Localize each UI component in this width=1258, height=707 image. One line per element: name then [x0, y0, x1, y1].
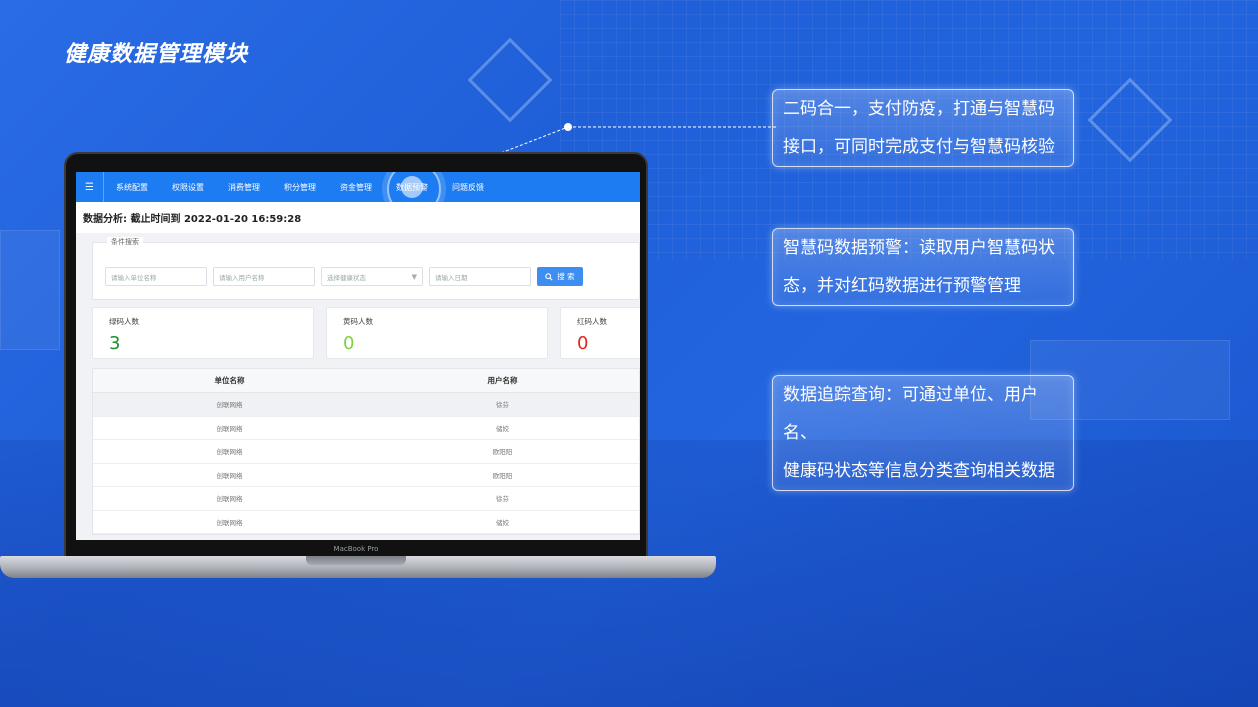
table-row[interactable]: 创联网络 欧阳阳	[93, 464, 639, 487]
callout-line: 接口，可同时完成支付与智慧码核验	[783, 137, 1055, 157]
callout-line: 智慧码数据预警：读取用户智慧码状	[783, 238, 1055, 258]
callout-data-tracking: 数据追踪查询：可通过单位、用户名、 健康码状态等信息分类查询相关数据	[772, 375, 1074, 491]
nav-label: 权限设置	[172, 182, 204, 192]
cell-user: 欧阳阳	[492, 471, 513, 480]
callout-line: 数据追踪查询：可通过单位、用户名、	[783, 385, 1038, 443]
nav-label: 积分管理	[284, 182, 316, 192]
chevron-down-icon: ▼	[411, 272, 417, 281]
stat-value: 3	[109, 333, 121, 354]
cell-user: 储姣	[496, 518, 509, 527]
cell-user: 储姣	[496, 424, 509, 433]
nav-item-feedback[interactable]: 问题反馈	[440, 172, 496, 202]
search-panel: 条件搜索 请输入单位名称 请输入用户名称 选择健康状态 ▼ 请输入日期 搜 索	[92, 237, 640, 300]
stat-label: 黄码人数	[343, 317, 373, 326]
table-row[interactable]: 创联网络 欧阳阳	[93, 440, 639, 464]
table-row[interactable]: 创联网络 徐芬	[93, 393, 639, 417]
health-status-select[interactable]: 选择健康状态 ▼	[321, 267, 423, 286]
search-button[interactable]: 搜 索	[537, 267, 583, 286]
stat-card-red: 红码人数 0	[560, 307, 640, 359]
column-header-unit[interactable]: 单位名称	[93, 375, 366, 386]
cell-unit: 创联网络	[216, 471, 243, 480]
app-screen: ☰ 系统配置 权限设置 消费管理 积分管理 资金管理 数据预警 问题反馈 数据分…	[76, 172, 640, 540]
cell-unit: 创联网络	[216, 518, 243, 527]
menu-icon[interactable]: ☰	[76, 172, 104, 202]
callout-line: 二码合一，支付防疫，打通与智慧码	[783, 99, 1055, 119]
stat-card-yellow: 黄码人数 0	[326, 307, 548, 359]
stat-value: 0	[577, 333, 589, 354]
callout-line: 健康码状态等信息分类查询相关数据	[783, 461, 1055, 481]
stat-label: 绿码人数	[109, 317, 139, 326]
user-name-input[interactable]: 请输入用户名称	[213, 267, 315, 286]
placeholder: 请输入日期	[435, 273, 468, 282]
nav-label: 消费管理	[228, 182, 260, 192]
table-row[interactable]: 创联网络 储姣	[93, 417, 639, 440]
unit-name-input[interactable]: 请输入单位名称	[105, 267, 207, 286]
search-icon	[545, 272, 553, 281]
nav-item-funds[interactable]: 资金管理	[328, 172, 384, 202]
page-title: 健康数据管理模块	[64, 42, 249, 67]
search-button-label: 搜 索	[557, 272, 575, 281]
data-table: 单位名称 用户名称 创联网络 徐芬 创联网络 储姣 创联网络 欧阳阳 创联网络 欧阳阳 …	[92, 368, 640, 535]
cell-user: 徐芬	[496, 401, 509, 410]
callout-data-warning: 智慧码数据预警：读取用户智慧码状 态，并对红码数据进行预警管理	[772, 228, 1074, 306]
placeholder: 请输入单位名称	[111, 273, 157, 282]
cell-user: 欧阳阳	[492, 448, 513, 457]
cell-unit: 创联网络	[216, 495, 243, 504]
nav-item-data-warning[interactable]: 数据预警	[384, 172, 441, 216]
pendant-lamp-icon	[467, 37, 553, 123]
stat-value: 0	[343, 333, 355, 354]
date-input[interactable]: 请输入日期	[429, 267, 531, 286]
callout-payment-code: 二码合一，支付防疫，打通与智慧码 接口，可同时完成支付与智慧码核验	[772, 89, 1074, 167]
nav-item-points[interactable]: 积分管理	[272, 172, 328, 202]
table-header: 单位名称 用户名称	[93, 369, 639, 393]
cell-unit: 创联网络	[216, 424, 243, 433]
nav-label: 数据预警	[396, 182, 428, 192]
laptop-brand-label: MacBook Pro	[333, 545, 379, 553]
laptop-notch	[306, 556, 406, 565]
placeholder: 选择健康状态	[327, 273, 366, 282]
callout-line: 态，并对红码数据进行预警管理	[783, 276, 1021, 296]
nav-item-consumption[interactable]: 消费管理	[216, 172, 272, 202]
nav-label: 系统配置	[116, 182, 148, 192]
nav-label: 问题反馈	[452, 182, 484, 192]
search-legend: 条件搜索	[107, 237, 143, 247]
cell-unit: 创联网络	[216, 448, 243, 457]
cell-unit: 创联网络	[216, 401, 243, 410]
placeholder: 请输入用户名称	[219, 273, 265, 282]
nav-label: 资金管理	[340, 182, 372, 192]
table-row[interactable]: 创联网络 储姣	[93, 511, 639, 534]
top-nav: ☰ 系统配置 权限设置 消费管理 积分管理 资金管理 数据预警 问题反馈	[76, 172, 640, 216]
laptop: ☰ 系统配置 权限设置 消费管理 积分管理 资金管理 数据预警 问题反馈 数据分…	[64, 152, 648, 558]
table-row[interactable]: 创联网络 徐芬	[93, 487, 639, 511]
nav-item-system-config[interactable]: 系统配置	[104, 172, 160, 202]
column-header-user[interactable]: 用户名称	[366, 375, 639, 386]
nav-item-permissions[interactable]: 权限设置	[160, 172, 216, 202]
stat-card-green: 绿码人数 3	[92, 307, 314, 359]
cell-user: 徐芬	[496, 495, 509, 504]
background-window	[0, 230, 60, 350]
stat-label: 红码人数	[577, 317, 607, 326]
analysis-header: 数据分析: 截止时间到 2022-01-20 16:59:28	[76, 202, 640, 233]
